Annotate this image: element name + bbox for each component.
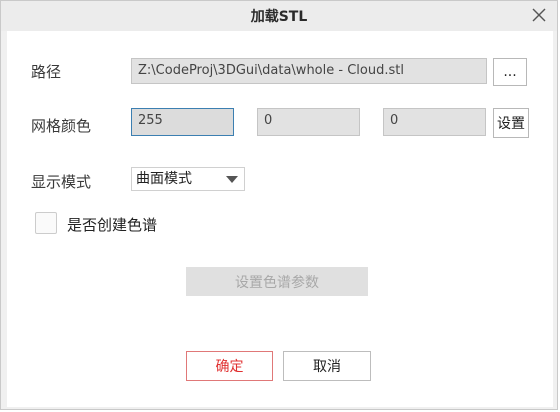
colormap-params-button[interactable]: 设置色谱参数 (186, 267, 368, 296)
ok-button[interactable]: 确定 (186, 351, 273, 381)
create-colormap-label: 是否创建色谱 (67, 216, 158, 234)
dialog-content: 路径 Z:\CodeProj\3DGui\data\whole - Cloud.… (7, 31, 553, 407)
display-mode-select[interactable]: 曲面模式 (131, 167, 245, 191)
load-stl-dialog: 加载STL 路径 Z:\CodeProj\3DGui\data\whole - … (0, 0, 558, 410)
color-g-input[interactable]: 0 (257, 108, 360, 136)
mesh-color-label: 网格颜色 (31, 117, 92, 135)
title-bar: 加载STL (1, 1, 557, 31)
path-input[interactable]: Z:\CodeProj\3DGui\data\whole - Cloud.stl (131, 58, 487, 84)
create-colormap-checkbox[interactable] (35, 212, 57, 234)
browse-button[interactable]: ... (493, 58, 527, 86)
display-mode-selected: 曲面模式 (136, 171, 192, 187)
close-icon (532, 8, 546, 22)
dialog-title: 加载STL (250, 9, 308, 25)
close-button[interactable] (527, 4, 551, 26)
path-label: 路径 (31, 63, 62, 81)
display-mode-label: 显示模式 (31, 173, 92, 191)
cancel-button[interactable]: 取消 (283, 351, 371, 381)
set-color-button[interactable]: 设置 (493, 108, 529, 138)
chevron-down-icon (226, 176, 238, 183)
color-b-input[interactable]: 0 (383, 108, 486, 136)
color-r-input[interactable]: 255 (131, 108, 234, 136)
